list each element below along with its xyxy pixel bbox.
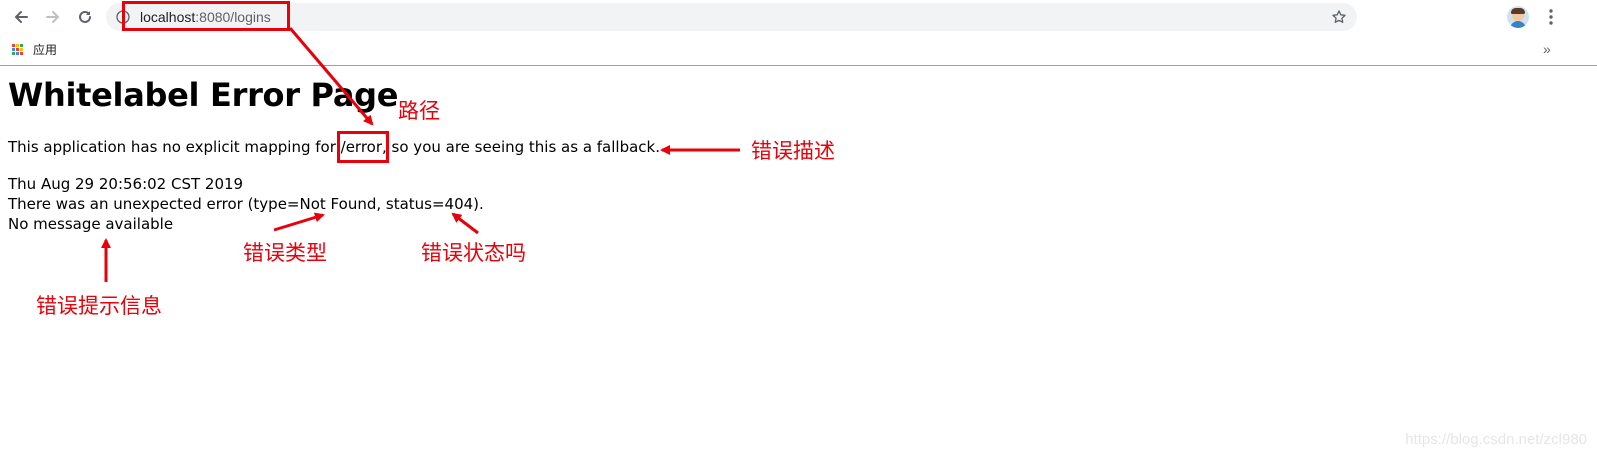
- apps-grid-dot: [20, 43, 23, 47]
- arrow-to-type: [273, 212, 325, 232]
- bookmarks-bar: 应用 »: [0, 34, 1597, 66]
- apps-grid-dot: [16, 43, 19, 47]
- forward-button[interactable]: [40, 4, 66, 30]
- reload-icon: [79, 10, 91, 23]
- apps-grid-icon: [12, 43, 23, 55]
- mapping-prefix: This application has no explicit mapping…: [8, 138, 341, 156]
- path-highlight-box: [337, 131, 389, 163]
- star-icon[interactable]: [1331, 9, 1347, 25]
- url-highlight-box: [122, 1, 290, 31]
- browser-menu-button[interactable]: [1538, 4, 1564, 30]
- annotation-arrows: [101, 27, 740, 282]
- kebab-menu-icon: [1549, 9, 1553, 25]
- mapping-suffix: , so you are seeing this as a fallback.: [382, 138, 660, 156]
- page-title: Whitelabel Error Page: [8, 76, 399, 114]
- address-bar[interactable]: localhost:8080/logins: [106, 3, 1357, 31]
- annotation-error-message: 错误提示信息: [36, 294, 162, 318]
- avatar-hair: [1511, 8, 1525, 14]
- annotation-error-type: 错误类型: [243, 241, 327, 265]
- reload-button[interactable]: [72, 4, 98, 30]
- error-type-status: There was an unexpected error (type=Not …: [8, 195, 484, 213]
- apps-shortcut[interactable]: 应用: [12, 41, 57, 57]
- mapping-description: This application has no explicit mapping…: [8, 138, 660, 156]
- annotation-error-status: 错误状态吗: [421, 241, 526, 265]
- apps-grid-dot: [20, 47, 23, 51]
- error-message: No message available: [8, 215, 174, 233]
- apps-grid-dot: [12, 47, 15, 51]
- arrow-left-icon: [15, 11, 28, 23]
- back-button[interactable]: [8, 4, 34, 30]
- apps-grid-dot: [20, 51, 23, 55]
- arrow-right-icon: [46, 11, 59, 23]
- apps-label: 应用: [33, 42, 58, 57]
- annotation-path: 路径: [398, 99, 440, 123]
- apps-grid-dot: [16, 51, 19, 55]
- apps-grid-dot: [12, 51, 15, 55]
- error-timestamp: Thu Aug 29 20:56:02 CST 2019: [8, 175, 244, 193]
- apps-grid-dot: [16, 47, 19, 51]
- bookmarks-overflow-chevron-icon[interactable]: »: [1543, 41, 1551, 57]
- annotation-error-description: 错误描述: [751, 139, 835, 163]
- arrow-to-status: [451, 212, 479, 235]
- watermark: https://blog.csdn.net/zcl980: [1405, 431, 1587, 448]
- apps-grid-dot: [12, 43, 15, 47]
- avatar-body: [1510, 21, 1526, 28]
- profile-avatar[interactable]: [1507, 6, 1529, 28]
